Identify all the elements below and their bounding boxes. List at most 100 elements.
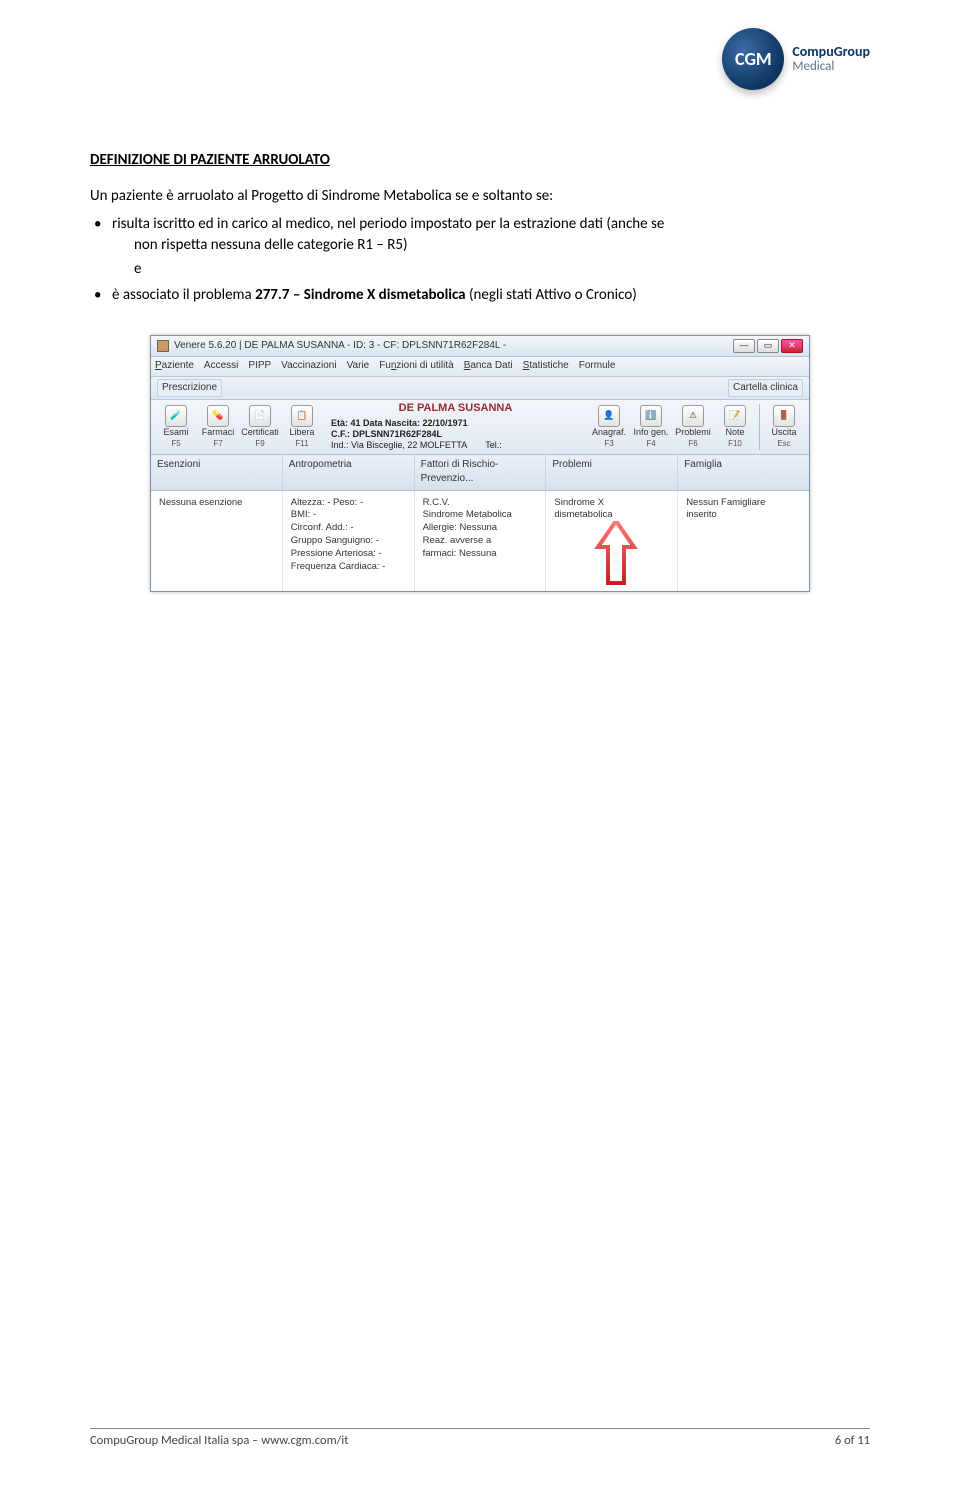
logo-line1: CompuGroup xyxy=(792,45,870,60)
btn-note-key: F10 xyxy=(728,438,742,450)
btn-note-label: Note xyxy=(725,428,744,437)
menu-varie[interactable]: Varie xyxy=(347,359,370,374)
btn-anagraf-key: F3 xyxy=(604,438,613,450)
menu-accessi[interactable]: Accessi xyxy=(204,359,238,374)
antro-2: Circonf. Add.: - xyxy=(291,522,406,535)
app-icon xyxy=(157,340,169,352)
tab-antropometria[interactable]: Antropometria xyxy=(283,455,415,490)
famiglia-0: Nessun Famigliare xyxy=(686,497,801,510)
antro-4: Pressione Arteriosa: - xyxy=(291,548,406,561)
fattori-0: R.C.V. xyxy=(423,497,538,510)
patient-ind: Ind.: Via Bisceglie, 22 MOLFETTA xyxy=(331,440,467,451)
menu-pipp[interactable]: PIPP xyxy=(248,359,271,374)
flask-icon: 🧪 xyxy=(165,405,187,427)
page-footer: CompuGroup Medical Italia spa – www.cgm.… xyxy=(90,1428,870,1448)
data-panels: Nessuna esenzione Altezza: - Peso: - BMI… xyxy=(151,491,809,591)
btn-anagraf[interactable]: 👤 Anagraf. F3 xyxy=(588,403,630,452)
patient-name: DE PALMA SUSANNA xyxy=(331,402,580,416)
antro-3: Gruppo Sanguigno: - xyxy=(291,535,406,548)
tab-esenzioni[interactable]: Esenzioni xyxy=(151,455,283,490)
btn-esami-label: Esami xyxy=(163,428,188,437)
intro-text: Un paziente è arruolato al Progetto di S… xyxy=(90,186,870,208)
btn-certificati-label: Certificati xyxy=(241,428,279,437)
btn-farmaci[interactable]: 💊 Farmaci F7 xyxy=(197,403,239,452)
tab-problemi[interactable]: Problemi xyxy=(546,455,678,490)
btn-problemi-key: F6 xyxy=(688,438,697,450)
footer-left: CompuGroup Medical Italia spa – www.cgm.… xyxy=(90,1433,348,1448)
btn-libera-key: F11 xyxy=(295,438,308,450)
patient-eta: Età: 41 Data Nascita: 22/10/1971 xyxy=(331,418,468,428)
btn-farmaci-label: Farmaci xyxy=(202,428,235,437)
antro-5: Frequenza Cardiaca: - xyxy=(291,561,406,574)
btn-uscita-key: Esc xyxy=(777,438,790,450)
maximize-button[interactable]: ▭ xyxy=(757,339,779,353)
patient-tel: Tel.: xyxy=(485,440,502,451)
btn-uscita-label: Uscita xyxy=(771,428,796,437)
fattori-2: Allergie: Nessuna xyxy=(423,522,538,535)
esenzioni-text: Nessuna esenzione xyxy=(159,497,274,510)
btn-uscita[interactable]: 🚪 Uscita Esc xyxy=(763,403,805,452)
col-fattori: R.C.V. Sindrome Metabolica Allergie: Nes… xyxy=(415,491,547,591)
menu-funzioni[interactable]: Funzioni di utilità xyxy=(379,359,454,374)
section-heading: DEFINIZIONE DI PAZIENTE ARRUOLATO xyxy=(90,150,870,172)
titlebar: Venere 5.6.20 | DE PALMA SUSANNA - ID: 3… xyxy=(151,336,809,358)
toolbar: 🧪 Esami F5 💊 Farmaci F7 📄 Certificati F9… xyxy=(151,400,809,455)
bullet-1-line1: risulta iscritto ed in carico al medico,… xyxy=(112,215,664,233)
btn-infogen-label: Info gen. xyxy=(633,428,668,437)
famiglia-1: inserito xyxy=(686,509,801,522)
btn-anagraf-label: Anagraf. xyxy=(592,428,626,437)
btn-esami-key: F5 xyxy=(171,438,180,450)
antro-0: Altezza: - Peso: - xyxy=(291,497,406,510)
fattori-1: Sindrome Metabolica xyxy=(423,509,538,522)
free-icon: 📋 xyxy=(291,405,313,427)
person-icon: 👤 xyxy=(598,405,620,427)
bullet-1-line3: e xyxy=(112,259,870,281)
tab-famiglia[interactable]: Famiglia xyxy=(678,455,809,490)
window-title: Venere 5.6.20 | DE PALMA SUSANNA - ID: 3… xyxy=(174,339,733,354)
minimize-button[interactable]: — xyxy=(733,339,755,353)
note-icon: 📝 xyxy=(724,405,746,427)
menu-vaccinazioni[interactable]: Vaccinazioni xyxy=(281,359,336,374)
btn-problemi-label: Problemi xyxy=(675,428,711,437)
btn-farmaci-key: F7 xyxy=(213,438,222,450)
footer-right: 6 of 11 xyxy=(835,1433,870,1448)
bullet-1-line2: non rispetta nessuna delle categorie R1 … xyxy=(112,235,870,257)
tab-fattori[interactable]: Fattori di Rischio-Prevenzio... xyxy=(415,455,547,490)
bullet-2-post: (negli stati Attivo o Cronico) xyxy=(466,286,637,304)
bullet-2: è associato il problema 277.7 – Sindrome… xyxy=(112,285,870,307)
fattori-4: farmaci: Nessuna xyxy=(423,548,538,561)
menubar[interactable]: Paziente Accessi PIPP Vaccinazioni Varie… xyxy=(151,357,809,377)
patient-info: DE PALMA SUSANNA Età: 41 Data Nascita: 2… xyxy=(323,402,588,452)
menu-formule[interactable]: Formule xyxy=(579,359,616,374)
group-prescrizione: Prescrizione xyxy=(157,379,222,398)
tabstrip: Esenzioni Antropometria Fattori di Risch… xyxy=(151,455,809,491)
exit-icon: 🚪 xyxy=(773,405,795,427)
patient-cf: C.F.: DPLSNN71R62F284L xyxy=(331,429,442,439)
btn-problemi[interactable]: ⚠ Problemi F6 xyxy=(672,403,714,452)
btn-libera-label: Libera xyxy=(289,428,314,437)
col-problemi: Sindrome X dismetabolica xyxy=(546,491,678,591)
btn-note[interactable]: 📝 Note F10 xyxy=(714,403,756,452)
bullet-2-pre: è associato il problema xyxy=(112,286,255,304)
col-esenzioni: Nessuna esenzione xyxy=(151,491,283,591)
col-famiglia: Nessun Famigliare inserito xyxy=(678,491,809,591)
group-cartella: Cartella clinica xyxy=(728,379,803,398)
btn-esami[interactable]: 🧪 Esami F5 xyxy=(155,403,197,452)
bullet-2-bold: 277.7 – Sindrome X dismetabolica xyxy=(255,286,465,304)
logo-badge: CGM xyxy=(722,28,784,90)
btn-infogen[interactable]: ℹ️ Info gen. F4 xyxy=(630,403,672,452)
btn-libera[interactable]: 📋 Libera F11 xyxy=(281,403,323,452)
problemi-0: Sindrome X xyxy=(554,497,669,510)
antro-1: BMI: - xyxy=(291,509,406,522)
brand-logo: CGM CompuGroup Medical xyxy=(722,28,870,90)
col-antropometria: Altezza: - Peso: - BMI: - Circonf. Add.:… xyxy=(283,491,415,591)
menu-bancadati[interactable]: Banca Dati xyxy=(464,359,513,374)
btn-certificati[interactable]: 📄 Certificati F9 xyxy=(239,403,281,452)
menu-statistiche[interactable]: Statistiche xyxy=(523,359,569,374)
menu-paziente[interactable]: Paziente xyxy=(155,359,194,374)
btn-infogen-key: F4 xyxy=(646,438,655,450)
pill-icon: 💊 xyxy=(207,405,229,427)
highlight-arrow-icon xyxy=(594,521,638,587)
close-button[interactable]: ✕ xyxy=(781,339,803,353)
doc-icon: 📄 xyxy=(249,405,271,427)
